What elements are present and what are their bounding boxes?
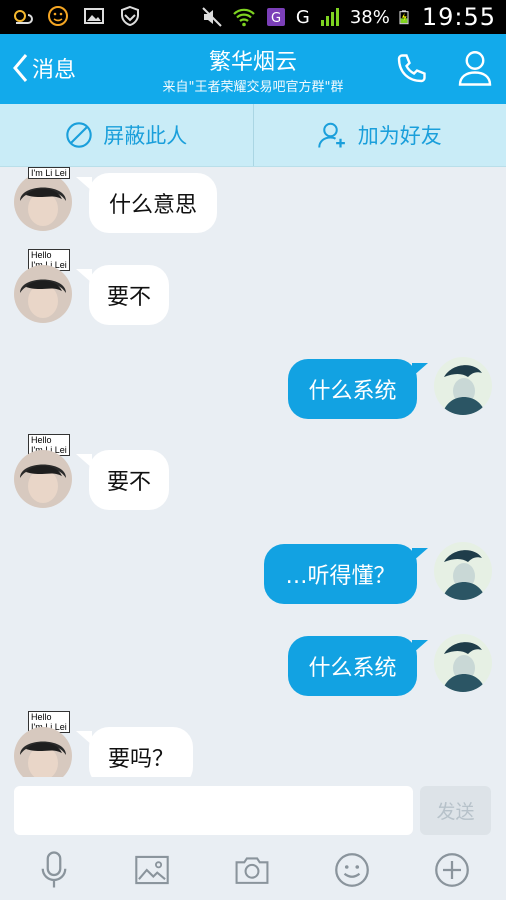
block-user-label: 屏蔽此人	[103, 124, 188, 148]
block-icon	[66, 122, 92, 148]
avatar[interactable]	[434, 357, 492, 415]
message-bubble[interactable]: 什么系统	[288, 636, 417, 696]
chat-message-list[interactable]: I'm Li Lei 什么意思 Hello I'm Li Lei 要不 什么系统	[0, 167, 506, 777]
send-button[interactable]: 发送	[420, 786, 491, 835]
emoji-icon	[335, 853, 369, 887]
mute-icon	[202, 7, 222, 27]
page-title: 繁华烟云	[208, 50, 297, 75]
emoji-notify-icon	[48, 6, 68, 26]
status-bar: G G 38% 19:55	[0, 0, 506, 34]
svg-text:G: G	[271, 11, 281, 26]
avatar-tag-line: Hello	[31, 250, 52, 260]
network-type: G	[295, 6, 310, 28]
user-profile-icon[interactable]	[457, 48, 493, 88]
avatar[interactable]	[14, 450, 72, 508]
add-friend-button[interactable]: 加为好友	[252, 104, 506, 166]
action-bar: 屏蔽此人 加为好友	[0, 104, 506, 167]
camera-button[interactable]	[232, 850, 272, 890]
avatar[interactable]	[14, 727, 72, 777]
message-bubble[interactable]: 什么意思	[89, 173, 217, 233]
send-label: 发送	[436, 801, 475, 823]
phone-icon[interactable]	[393, 51, 429, 87]
message-bubble[interactable]: 要不	[89, 450, 169, 510]
avatar-tag-line: Hello	[31, 712, 52, 722]
gallery-icon	[84, 8, 104, 24]
image-icon	[135, 855, 169, 885]
message-incoming: Hello I'm Li Lei 要不	[0, 432, 506, 522]
battery-icon	[399, 10, 409, 25]
vpn-shield-icon	[121, 5, 139, 27]
message-text: …听得懂？	[285, 564, 396, 589]
message-bubble[interactable]: …听得懂？	[264, 544, 417, 604]
message-incoming: Hello I'm Li Lei 要不	[0, 247, 506, 337]
mic-icon	[41, 851, 67, 888]
avatar[interactable]	[14, 265, 72, 323]
message-text: 什么意思	[108, 193, 197, 218]
camera-icon	[235, 857, 269, 884]
page-subtitle: 来自"王者荣耀交易吧官方群"群	[162, 80, 344, 95]
message-outgoing: …听得懂？	[0, 542, 506, 612]
message-outgoing: 什么系统	[0, 634, 506, 704]
message-bubble[interactable]: 什么系统	[288, 359, 417, 419]
photo-button[interactable]	[132, 850, 172, 890]
bubble-tail	[412, 640, 428, 654]
message-text: 要不	[107, 470, 152, 495]
bubble-tail	[412, 363, 428, 377]
clock: 19:55	[421, 3, 496, 31]
avatar-tag-line: I'm Li Lei	[31, 168, 67, 178]
add-friend-icon	[318, 122, 345, 148]
chat-toolbar	[0, 840, 506, 900]
message-text: 要不	[107, 285, 152, 310]
message-bubble[interactable]: 要吗？	[89, 727, 193, 777]
message-input[interactable]	[14, 786, 413, 835]
message-outgoing: 什么系统	[0, 357, 506, 427]
message-bubble[interactable]: 要不	[89, 265, 169, 325]
avatar-tag: I'm Li Lei	[28, 167, 70, 179]
message-text: 什么系统	[308, 379, 397, 404]
avatar[interactable]	[14, 173, 72, 231]
emoji-button[interactable]	[332, 850, 372, 890]
weather-icon	[14, 10, 33, 24]
avatar-tag-line: Hello	[31, 435, 52, 445]
avatar[interactable]	[434, 634, 492, 692]
message-text: 什么系统	[308, 656, 397, 681]
voice-button[interactable]	[34, 850, 74, 890]
app-g-icon: G	[266, 8, 285, 26]
chat-header: 消息 繁华烟云 来自"王者荣耀交易吧官方群"群	[0, 34, 506, 104]
add-friend-label: 加为好友	[357, 124, 442, 148]
plus-icon	[435, 853, 469, 887]
battery-percent: 38%	[349, 6, 390, 28]
message-text: 要吗？	[107, 747, 174, 772]
block-user-button[interactable]: 屏蔽此人	[0, 104, 253, 166]
message-incoming: I'm Li Lei 什么意思	[0, 167, 506, 237]
input-bar: 发送	[0, 777, 506, 840]
message-incoming: Hello I'm Li Lei 要吗？	[0, 709, 506, 777]
wifi-icon	[233, 8, 255, 27]
avatar[interactable]	[434, 542, 492, 600]
bubble-tail	[412, 548, 428, 562]
signal-icon	[320, 8, 339, 26]
more-button[interactable]	[432, 850, 472, 890]
